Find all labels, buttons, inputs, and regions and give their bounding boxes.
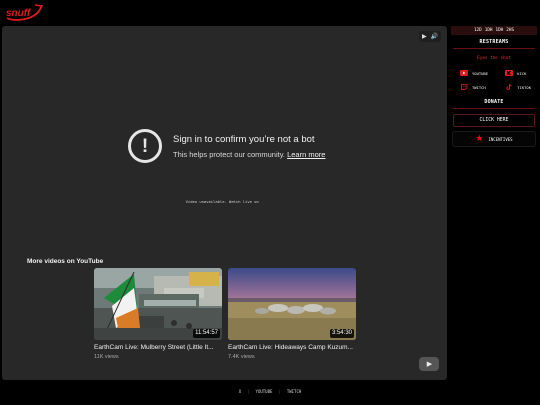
youtube-icon [460, 70, 468, 76]
restream-link-youtube[interactable]: YOUTUBE [460, 70, 491, 76]
video-unavailable-text: Video unavailable. Watch live on . [185, 199, 264, 204]
time-option[interactable]: 1DH [485, 28, 493, 33]
restream-link-twitch[interactable]: TWITCH [460, 84, 491, 90]
volume-icon[interactable]: 🔊 [431, 33, 438, 40]
click-here-button[interactable]: CLICK HERE [453, 114, 535, 127]
incentives-button[interactable]: ★ INCENTIVES [453, 132, 535, 146]
play-icon: ▶ [426, 359, 433, 368]
learn-more-link[interactable]: Learn more [287, 150, 325, 159]
street-thumbnail[interactable]: 11:54:57 [94, 268, 222, 340]
video-card[interactable]: 11:54:57 EarthCam Live: Mulberry Street … [94, 268, 222, 361]
tiktok-icon [506, 84, 512, 90]
video-card[interactable]: 3:54:30 EarthCam Live: Hideaways Camp Ku… [228, 268, 356, 361]
bot-check-message: ! Sign in to confirm you’re not a bot Th… [128, 129, 325, 163]
footer-link-youtube[interactable]: YOUTUBE [256, 389, 273, 394]
divider [453, 108, 535, 109]
restream-link-kick[interactable]: KICK [491, 70, 531, 76]
sidebar: 12D 1DH 1DH 2HS RESTREAMS Eyes the shot … [451, 26, 537, 161]
restreams-heading: RESTREAMS [479, 39, 509, 45]
kick-icon [505, 70, 514, 76]
video-duration: 3:54:30 [329, 329, 354, 338]
video-title[interactable]: EarthCam Live: Mulberry Street (Little I… [94, 344, 222, 352]
player-controls: ▶ 🔊 [419, 31, 441, 42]
youtube-button[interactable]: ▶ [419, 357, 439, 371]
video-player[interactable]: ▶ 🔊 ! Sign in to confirm you’re not a bo… [2, 26, 447, 380]
alert-icon: ! [128, 129, 162, 163]
restream-links: YOUTUBE KICK TWITCH TIKTOK [451, 70, 537, 90]
video-duration: 11:54:57 [193, 329, 220, 338]
time-option[interactable]: 12D [474, 28, 482, 33]
twitch-icon [461, 84, 468, 90]
video-views: 7.4K views [228, 354, 255, 360]
donate-heading: DONATE [484, 99, 504, 105]
star-icon: ★ [475, 133, 484, 144]
incentives-label: INCENTIVES [488, 136, 513, 142]
savanna-thumbnail[interactable]: 3:54:30 [228, 268, 356, 340]
bot-check-title: Sign in to confirm you’re not a bot [173, 133, 315, 145]
bot-check-subtitle: This helps protect our community. Learn … [173, 149, 326, 159]
eyes-text: Eyes the shot [477, 56, 511, 61]
more-videos-title: More videos on YouTube [27, 258, 104, 265]
play-icon[interactable]: ▶ [422, 33, 427, 40]
divider [453, 48, 535, 49]
video-views: 11K views [94, 354, 119, 360]
restream-link-tiktok[interactable]: TIKTOK [491, 84, 531, 90]
footer-link-twitch[interactable]: TWITCH [287, 389, 301, 394]
video-title[interactable]: EarthCam Live: Hideaways Camp Kuzum... [228, 344, 356, 352]
time-option[interactable]: 2HS [506, 28, 514, 33]
footer-separator: | [278, 389, 281, 394]
time-selector: 12D 1DH 1DH 2HS [451, 26, 537, 35]
footer-separator: | [247, 389, 250, 394]
logo-text: snuff [6, 8, 32, 19]
top-bar: snuff [0, 0, 540, 25]
footer-link-x[interactable]: X [239, 389, 241, 394]
time-option[interactable]: 1DH [496, 28, 504, 33]
site-logo[interactable]: snuff [5, 3, 43, 23]
footer: X | YOUTUBE | TWITCH [0, 389, 540, 394]
